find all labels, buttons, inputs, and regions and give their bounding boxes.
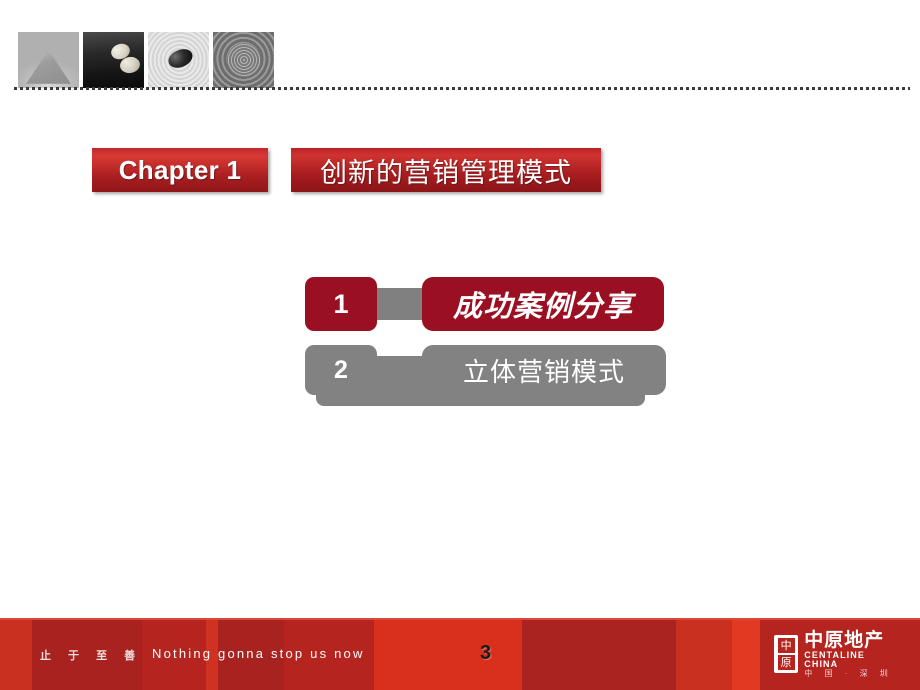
agenda-item-1-number: 1 bbox=[333, 288, 349, 319]
logo-english-name: CENTALINE CHINA bbox=[804, 649, 865, 669]
agenda-item-1-label-box[interactable]: 成功案例分享 bbox=[422, 277, 664, 331]
centaline-logo-text: 中原地产 CENTALINE CHINA 中 国 · 深 圳 bbox=[804, 631, 896, 678]
footer-en-tagline: Nothing gonna stop us now bbox=[152, 646, 365, 661]
logo-mark-bottom-glyph: 原 bbox=[777, 655, 795, 670]
footer-top-rule bbox=[0, 618, 920, 620]
agenda-item-2-number: 2 bbox=[334, 355, 348, 384]
agenda-list: 1 成功案例分享 2 立体营销模式 bbox=[0, 0, 920, 690]
logo-region-label: 中 国 · 深 圳 bbox=[804, 668, 893, 678]
logo-chinese-name: 中原地产 bbox=[804, 629, 885, 651]
centaline-logo: 中 原 中原地产 CENTALINE CHINA 中 国 · 深 圳 bbox=[774, 630, 896, 678]
agenda-item-1-number-box[interactable]: 1 bbox=[305, 277, 377, 331]
logo-mark-top-glyph: 中 bbox=[777, 638, 795, 653]
footer-band-7 bbox=[522, 618, 676, 690]
agenda-item-2-label-box[interactable]: 立体营销模式 bbox=[422, 345, 666, 395]
footer-cn-tagline: 止 于 至 善 bbox=[40, 650, 143, 662]
footer-band-8 bbox=[676, 618, 732, 690]
footer-band-0 bbox=[0, 618, 32, 690]
agenda-item-2-number-box[interactable]: 2 bbox=[305, 345, 377, 395]
footer-band-6 bbox=[374, 618, 522, 690]
centaline-logo-mark: 中 原 bbox=[774, 635, 799, 673]
page-number: 3 bbox=[480, 642, 492, 664]
agenda-item-2-label: 立体营销模式 bbox=[462, 356, 625, 387]
agenda-item-1-label: 成功案例分享 bbox=[452, 291, 633, 323]
footer-band-9 bbox=[732, 618, 760, 690]
